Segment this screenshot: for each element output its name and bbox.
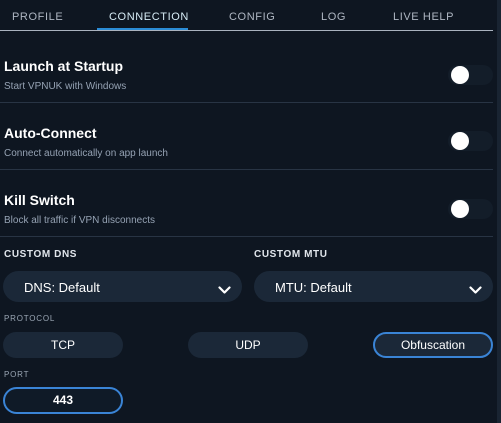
protocol-udp-button[interactable]: UDP [188, 332, 308, 358]
mtu-select-value: MTU: Default [275, 280, 352, 295]
protocol-tcp-button[interactable]: TCP [3, 332, 123, 358]
divider [0, 236, 493, 237]
kill-switch-toggle[interactable] [448, 199, 493, 219]
divider [0, 102, 493, 103]
mtu-select[interactable]: MTU: Default [254, 271, 493, 302]
protocol-obfuscation-button[interactable]: Obfuscation [373, 332, 493, 358]
tab-connection[interactable]: CONNECTION [109, 11, 189, 23]
tab-log[interactable]: LOG [321, 11, 346, 23]
custom-mtu-label: CUSTOM MTU [254, 249, 328, 260]
protocol-label: PROTOCOL [4, 314, 56, 323]
dns-select-value: DNS: Default [24, 280, 100, 295]
tab-live-help[interactable]: LIVE HELP [393, 11, 454, 23]
setting-description: Block all traffic if VPN disconnects [4, 215, 155, 226]
custom-dns-label: CUSTOM DNS [4, 249, 78, 260]
active-tab-indicator [97, 28, 188, 30]
chevron-down-icon [218, 282, 231, 300]
toggle-knob [451, 66, 469, 84]
divider [0, 169, 493, 170]
port-label: PORT [4, 370, 30, 379]
dns-select[interactable]: DNS: Default [3, 271, 242, 302]
startup-toggle[interactable] [448, 65, 493, 85]
tab-bar: PROFILE CONNECTION CONFIG LOG LIVE HELP [0, 0, 493, 31]
setting-title: Launch at Startup [4, 58, 124, 74]
auto-connect-toggle[interactable] [448, 131, 493, 151]
setting-launch-at-startup: Launch at Startup Start VPNUK with Windo… [0, 58, 493, 124]
port-input[interactable]: 443 [3, 387, 123, 414]
setting-description: Connect automatically on app launch [4, 148, 168, 159]
scrollbar[interactable] [497, 0, 501, 423]
tab-profile[interactable]: PROFILE [12, 11, 63, 23]
setting-title: Kill Switch [4, 192, 75, 208]
toggle-knob [451, 200, 469, 218]
toggle-knob [451, 132, 469, 150]
setting-description: Start VPNUK with Windows [4, 81, 127, 92]
tab-config[interactable]: CONFIG [229, 11, 275, 23]
chevron-down-icon [469, 282, 482, 300]
setting-title: Auto-Connect [4, 125, 97, 141]
setting-auto-connect: Auto-Connect Connect automatically on ap… [0, 125, 493, 191]
